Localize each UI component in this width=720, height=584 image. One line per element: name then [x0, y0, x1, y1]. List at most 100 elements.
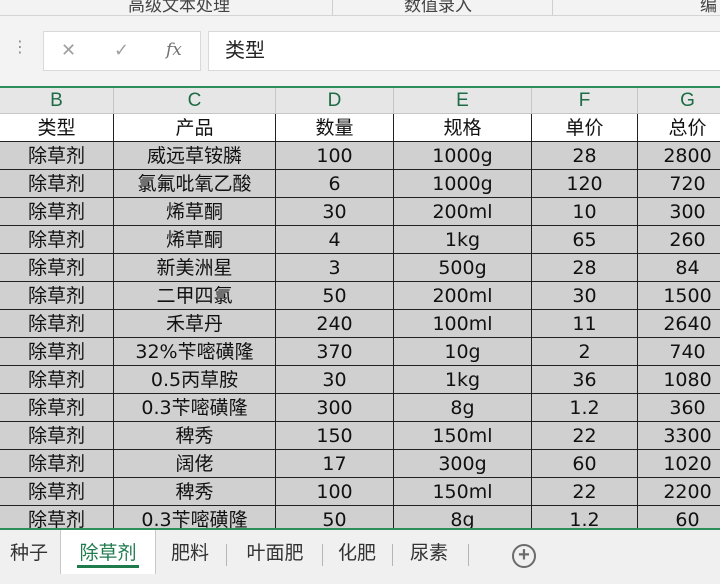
cell-product[interactable]: 烯草酮: [114, 226, 276, 254]
cell-product[interactable]: 禾草丹: [114, 310, 276, 338]
header-cell-quantity[interactable]: 数量: [276, 114, 394, 142]
sheet-tab-urea[interactable]: 尿素: [396, 536, 462, 572]
cell-type[interactable]: 除草剂: [0, 142, 114, 170]
cell-spec[interactable]: 1kg: [394, 366, 532, 394]
add-sheet-plus-icon[interactable]: +: [512, 544, 536, 568]
cell-unit-price[interactable]: 60: [532, 450, 638, 478]
cell-total-price[interactable]: 3300: [638, 422, 720, 450]
header-cell-total-price[interactable]: 总价: [638, 114, 720, 142]
cell-spec[interactable]: 150ml: [394, 478, 532, 506]
sheet-tab-foliar-fertilizer[interactable]: 叶面肥: [230, 536, 320, 572]
cell-type[interactable]: 除草剂: [0, 338, 114, 366]
column-header-c[interactable]: C: [114, 88, 276, 114]
cell-type[interactable]: 除草剂: [0, 450, 114, 478]
header-cell-unit-price[interactable]: 单价: [532, 114, 638, 142]
column-header-g[interactable]: G: [638, 88, 720, 114]
cell-total-price[interactable]: 2800: [638, 142, 720, 170]
cell-type[interactable]: 除草剂: [0, 254, 114, 282]
column-header-b[interactable]: B: [0, 88, 114, 114]
cell-total-price[interactable]: 1500: [638, 282, 720, 310]
cell-quantity[interactable]: 240: [276, 310, 394, 338]
cell-type[interactable]: 除草剂: [0, 422, 114, 450]
cell-unit-price[interactable]: 36: [532, 366, 638, 394]
cell-product[interactable]: 32%苄嘧磺隆: [114, 338, 276, 366]
cell-quantity[interactable]: 50: [276, 282, 394, 310]
cell-product[interactable]: 0.3苄嘧磺隆: [114, 506, 276, 528]
cell-quantity[interactable]: 300: [276, 394, 394, 422]
cell-total-price[interactable]: 84: [638, 254, 720, 282]
cell-spec[interactable]: 1000g: [394, 142, 532, 170]
insert-function-icon[interactable]: fx: [166, 40, 182, 60]
cell-spec[interactable]: 200ml: [394, 282, 532, 310]
drag-handle-icon[interactable]: ⋮: [12, 40, 28, 56]
cell-total-price[interactable]: 260: [638, 226, 720, 254]
cell-type[interactable]: 除草剂: [0, 366, 114, 394]
ribbon-group-advanced-text[interactable]: 高级文本处理: [128, 0, 230, 15]
cell-type[interactable]: 除草剂: [0, 310, 114, 338]
cell-unit-price[interactable]: 11: [532, 310, 638, 338]
cell-quantity[interactable]: 4: [276, 226, 394, 254]
enter-check-icon[interactable]: ✓: [114, 40, 129, 61]
cell-type[interactable]: 除草剂: [0, 506, 114, 528]
cell-product[interactable]: 氯氟吡氧乙酸: [114, 170, 276, 198]
cell-total-price[interactable]: 740: [638, 338, 720, 366]
cell-product[interactable]: 威远草铵膦: [114, 142, 276, 170]
cell-product[interactable]: 烯草酮: [114, 198, 276, 226]
column-header-e[interactable]: E: [394, 88, 532, 114]
cell-unit-price[interactable]: 1.2: [532, 506, 638, 528]
cell-type[interactable]: 除草剂: [0, 170, 114, 198]
cell-quantity[interactable]: 50: [276, 506, 394, 528]
cell-unit-price[interactable]: 120: [532, 170, 638, 198]
cell-quantity[interactable]: 3: [276, 254, 394, 282]
cell-unit-price[interactable]: 28: [532, 142, 638, 170]
cell-unit-price[interactable]: 22: [532, 478, 638, 506]
cell-spec[interactable]: 500g: [394, 254, 532, 282]
cancel-icon[interactable]: ✕: [61, 40, 76, 61]
cell-quantity[interactable]: 6: [276, 170, 394, 198]
cell-total-price[interactable]: 2200: [638, 478, 720, 506]
sheet-tab-fertilizer[interactable]: 肥料: [158, 536, 222, 572]
cell-spec[interactable]: 1000g: [394, 170, 532, 198]
column-header-f[interactable]: F: [532, 88, 638, 114]
sheet-tab-chemical-fertilizer[interactable]: 化肥: [326, 536, 388, 572]
cell-quantity[interactable]: 100: [276, 142, 394, 170]
cell-spec[interactable]: 150ml: [394, 422, 532, 450]
cell-total-price[interactable]: 360: [638, 394, 720, 422]
cell-total-price[interactable]: 2640: [638, 310, 720, 338]
cell-spec[interactable]: 8g: [394, 394, 532, 422]
sheet-tab-seeds[interactable]: 种子: [0, 536, 58, 572]
cell-product[interactable]: 稗秀: [114, 478, 276, 506]
header-cell-spec[interactable]: 规格: [394, 114, 532, 142]
cell-quantity[interactable]: 150: [276, 422, 394, 450]
ribbon-group-number-entry[interactable]: 数值录入: [404, 0, 472, 15]
cell-type[interactable]: 除草剂: [0, 394, 114, 422]
cell-spec[interactable]: 10g: [394, 338, 532, 366]
cell-product[interactable]: 二甲四氯: [114, 282, 276, 310]
cell-quantity[interactable]: 100: [276, 478, 394, 506]
cell-unit-price[interactable]: 1.2: [532, 394, 638, 422]
cell-type[interactable]: 除草剂: [0, 226, 114, 254]
cell-total-price[interactable]: 720: [638, 170, 720, 198]
ribbon-group-edit[interactable]: 编: [700, 0, 717, 15]
cell-spec[interactable]: 200ml: [394, 198, 532, 226]
formula-input[interactable]: 类型: [208, 31, 720, 71]
cell-quantity[interactable]: 370: [276, 338, 394, 366]
sheet-tab-herbicide[interactable]: 除草剂: [60, 530, 156, 574]
cell-product[interactable]: 阔佬: [114, 450, 276, 478]
cell-product[interactable]: 0.3苄嘧磺隆: [114, 394, 276, 422]
cell-unit-price[interactable]: 30: [532, 282, 638, 310]
cell-total-price[interactable]: 300: [638, 198, 720, 226]
cell-total-price[interactable]: 1020: [638, 450, 720, 478]
cell-spec[interactable]: 300g: [394, 450, 532, 478]
cell-spec[interactable]: 100ml: [394, 310, 532, 338]
cell-quantity[interactable]: 17: [276, 450, 394, 478]
header-cell-type[interactable]: 类型: [0, 114, 114, 142]
cell-total-price[interactable]: 60: [638, 506, 720, 528]
cell-type[interactable]: 除草剂: [0, 478, 114, 506]
cell-quantity[interactable]: 30: [276, 198, 394, 226]
cell-unit-price[interactable]: 2: [532, 338, 638, 366]
cell-spec[interactable]: 1kg: [394, 226, 532, 254]
cell-spec[interactable]: 8g: [394, 506, 532, 528]
cell-unit-price[interactable]: 10: [532, 198, 638, 226]
cell-quantity[interactable]: 30: [276, 366, 394, 394]
